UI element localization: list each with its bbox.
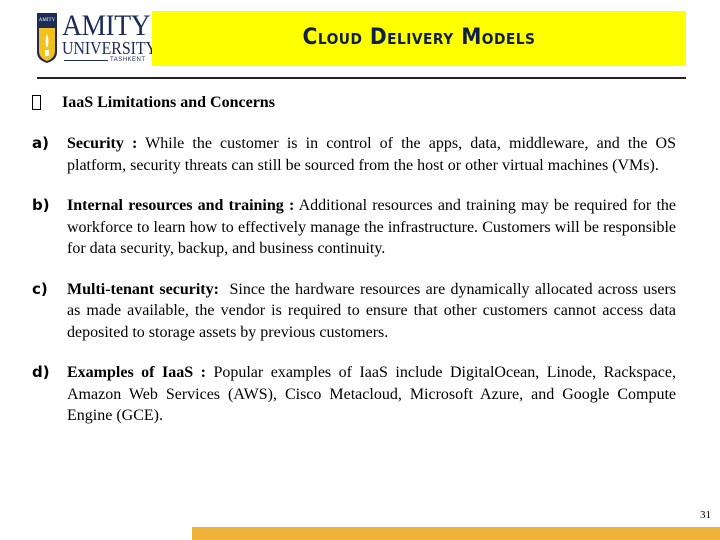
slide-title: Cloud Delivery Models <box>302 25 536 50</box>
slide-content: IaaS Limitations and Concerns a) Securit… <box>32 92 676 427</box>
logo-text-amity: AMITY <box>62 9 151 42</box>
section-heading: IaaS Limitations and Concerns <box>32 92 676 114</box>
list-item-security: a) Security : While the customer is in c… <box>32 133 676 176</box>
list-marker: b) <box>32 196 50 214</box>
item-lead: Internal resources and training : <box>67 197 295 214</box>
list-item-examples: d) Examples of IaaS : Popular examples o… <box>32 362 676 427</box>
item-lead: Examples of IaaS : <box>67 364 206 381</box>
list-marker: a) <box>32 134 49 152</box>
title-banner: Cloud Delivery Models <box>152 11 686 66</box>
item-lead: Multi-tenant security: <box>67 280 219 298</box>
list-marker: d) <box>32 363 50 381</box>
item-text: While the customer is in control of the … <box>67 135 676 174</box>
list-item-internal-resources: b) Internal resources and training : Add… <box>32 195 676 260</box>
list-item-multi-tenant: c) Multi-tenant security: Since the hard… <box>32 279 676 344</box>
square-bullet-icon <box>32 95 41 110</box>
header-divider <box>37 77 686 79</box>
university-shield-icon: AMITY <box>37 13 57 63</box>
amity-university-logo: AMITY AMITY UNIVERSITY TASHKENT <box>36 9 157 66</box>
section-heading-text: IaaS Limitations and Concerns <box>62 94 275 111</box>
footer-bar <box>192 527 720 540</box>
list-marker: c) <box>32 279 48 298</box>
logo-text-tashkent: TASHKENT <box>110 57 146 63</box>
page-number: 31 <box>700 509 711 521</box>
logo-rule <box>64 60 108 61</box>
logo-text-university: UNIVERSITY <box>62 38 158 58</box>
item-lead: Security : <box>67 135 138 152</box>
svg-text:AMITY: AMITY <box>39 18 56 23</box>
